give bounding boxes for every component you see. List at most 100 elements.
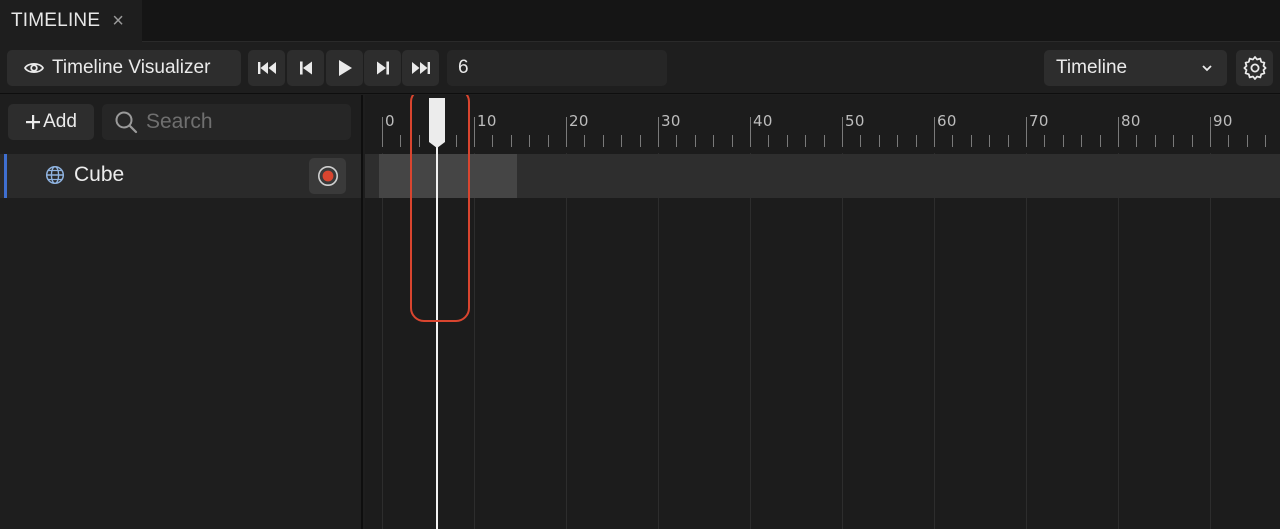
play-button[interactable] xyxy=(326,50,363,86)
timeline-gridline xyxy=(474,153,475,529)
ruler-minor-tick xyxy=(805,135,807,147)
ruler-major-tick xyxy=(1118,117,1119,147)
track-selection-accent xyxy=(4,154,7,198)
ruler-label: 60 xyxy=(937,112,957,130)
ruler-label: 90 xyxy=(1213,112,1233,130)
add-button[interactable]: Add xyxy=(8,104,94,140)
timeline-visualizer-label: Timeline Visualizer xyxy=(52,57,211,78)
ruler-minor-tick xyxy=(1154,135,1156,147)
tab-label: TIMELINE xyxy=(11,10,101,31)
ruler-minor-tick xyxy=(970,135,972,147)
mode-select-value: Timeline xyxy=(1056,57,1128,78)
plus-icon xyxy=(26,115,41,129)
ruler-minor-tick xyxy=(1044,135,1046,147)
record-icon xyxy=(317,166,338,186)
chevron-down-icon xyxy=(1202,65,1212,72)
timeline-area[interactable]: 0 10 20 30 40 50 60 70 80 90 xyxy=(365,95,1280,529)
ruler-minor-tick xyxy=(952,135,954,147)
frame-input[interactable] xyxy=(447,50,667,86)
timeline-visualizer-button[interactable]: Timeline Visualizer xyxy=(7,50,241,86)
ruler-minor-tick xyxy=(621,135,623,147)
timeline-gridline xyxy=(934,153,935,529)
search-input[interactable] xyxy=(146,110,336,134)
ruler-label: 30 xyxy=(661,112,681,130)
search-box[interactable] xyxy=(102,104,351,140)
ruler-minor-tick xyxy=(1062,135,1064,147)
ruler-minor-tick xyxy=(694,135,696,147)
close-icon[interactable]: × xyxy=(112,11,124,31)
ruler-major-tick xyxy=(382,117,383,147)
add-label: Add xyxy=(43,111,77,132)
ruler-minor-tick xyxy=(1136,135,1138,147)
ruler-major-tick xyxy=(658,117,659,147)
ruler-minor-tick xyxy=(897,135,899,147)
go-to-start-button[interactable] xyxy=(248,50,285,86)
timeline-gridline xyxy=(1026,153,1027,529)
ruler-minor-tick xyxy=(786,135,788,147)
ruler-label: 20 xyxy=(569,112,589,130)
go-to-end-icon xyxy=(411,62,430,74)
timeline-gridline xyxy=(750,153,751,529)
timeline-gridline xyxy=(842,153,843,529)
eye-icon xyxy=(24,62,44,74)
ruler-minor-tick xyxy=(1081,135,1083,147)
ruler-major-tick xyxy=(566,117,567,147)
timeline-gridline xyxy=(382,153,383,529)
ruler-minor-tick xyxy=(1099,135,1101,147)
ruler-label: 10 xyxy=(477,112,497,130)
step-forward-button[interactable] xyxy=(364,50,401,86)
ruler-minor-tick xyxy=(823,135,825,147)
record-button[interactable] xyxy=(309,158,346,194)
ruler-label: 40 xyxy=(753,112,773,130)
gear-icon xyxy=(1243,56,1266,80)
ruler-major-tick xyxy=(1210,117,1211,147)
ruler-minor-tick xyxy=(529,135,531,147)
ruler-minor-tick xyxy=(1246,135,1248,147)
ruler-label: 0 xyxy=(385,112,395,130)
ruler-minor-tick xyxy=(1228,135,1230,147)
ruler-minor-tick xyxy=(492,135,494,147)
mode-select[interactable]: Timeline xyxy=(1044,50,1227,86)
ruler-label: 80 xyxy=(1121,112,1141,130)
ruler-major-tick xyxy=(842,117,843,147)
ruler-major-tick xyxy=(934,117,935,147)
ruler-minor-tick xyxy=(860,135,862,147)
ruler-major-tick xyxy=(1026,117,1027,147)
go-to-end-button[interactable] xyxy=(402,50,439,86)
go-to-start-icon xyxy=(257,62,276,74)
step-back-icon xyxy=(299,61,312,75)
ruler-minor-tick xyxy=(1007,135,1009,147)
ruler-label: 50 xyxy=(845,112,865,130)
ruler-minor-tick xyxy=(547,135,549,147)
ruler-minor-tick xyxy=(915,135,917,147)
globe-icon xyxy=(45,165,65,185)
tab-timeline[interactable]: TIMELINE × xyxy=(0,0,142,42)
ruler-minor-tick xyxy=(1265,135,1267,147)
ruler-minor-tick xyxy=(602,135,604,147)
track-row[interactable]: Cube xyxy=(0,154,361,198)
tab-bar: TIMELINE × xyxy=(0,0,1280,42)
ruler-minor-tick xyxy=(878,135,880,147)
play-icon xyxy=(338,60,352,76)
time-ruler[interactable]: 0 10 20 30 40 50 60 70 80 90 xyxy=(365,95,1280,153)
ruler-minor-tick xyxy=(1173,135,1175,147)
ruler-minor-tick xyxy=(713,135,715,147)
ruler-minor-tick xyxy=(1191,135,1193,147)
ruler-label: 70 xyxy=(1029,112,1049,130)
ruler-minor-tick xyxy=(731,135,733,147)
ruler-minor-tick xyxy=(584,135,586,147)
track-label: Cube xyxy=(74,163,125,186)
ruler-minor-tick xyxy=(989,135,991,147)
timeline-gridline xyxy=(566,153,567,529)
ruler-minor-tick xyxy=(400,135,402,147)
step-back-button[interactable] xyxy=(287,50,324,86)
search-icon xyxy=(115,111,138,134)
ruler-major-tick xyxy=(474,117,475,147)
ruler-minor-tick xyxy=(510,135,512,147)
timeline-gridline xyxy=(1210,153,1211,529)
settings-button[interactable] xyxy=(1236,50,1273,86)
timeline-gridline xyxy=(658,153,659,529)
ruler-major-tick xyxy=(750,117,751,147)
ruler-minor-tick xyxy=(676,135,678,147)
toolbar: Timeline Visualizer Timelin xyxy=(0,42,1280,94)
